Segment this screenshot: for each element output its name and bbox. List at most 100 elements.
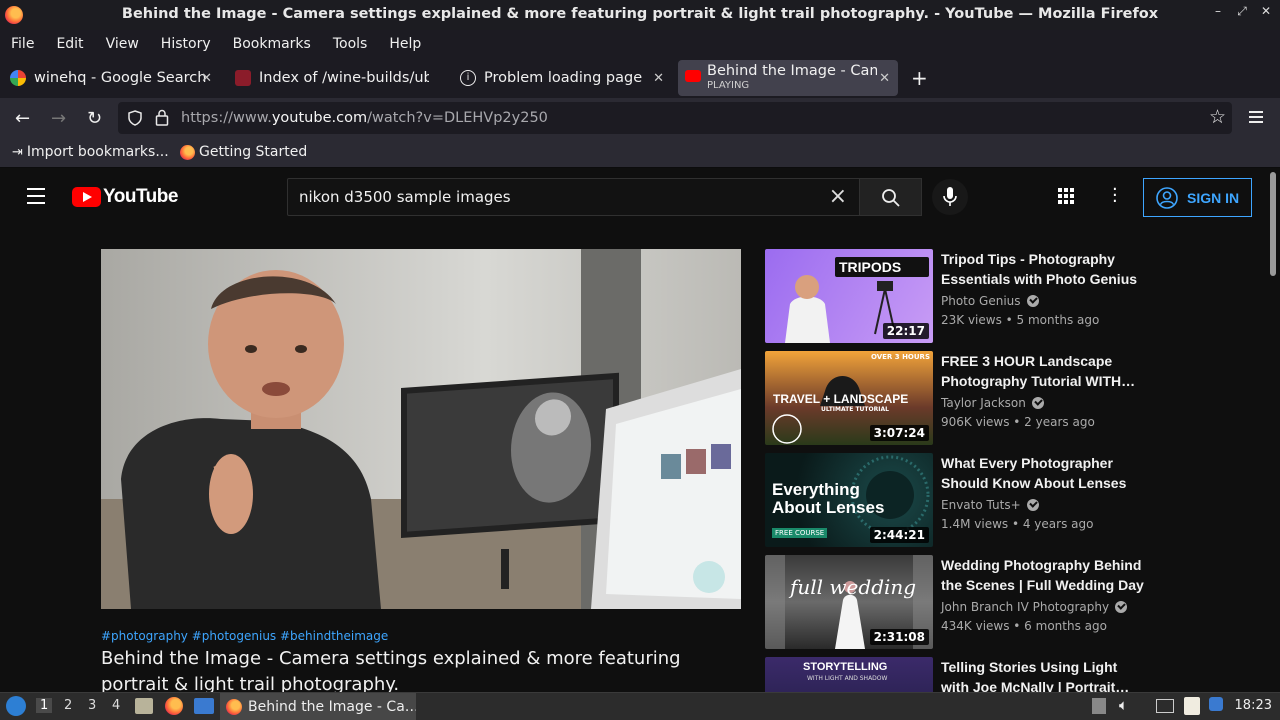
url-bar[interactable]: https://www.youtube.com/watch?v=DLEHVp2y… (118, 102, 1232, 134)
bookmark-label: Import bookmarks... (26, 144, 169, 160)
menu-edit[interactable]: Edit (56, 36, 83, 52)
verified-icon (1115, 601, 1128, 613)
taskbar-window-firefox[interactable]: Behind the Image - Ca… (220, 693, 416, 720)
menu-view[interactable]: View (106, 36, 139, 52)
app-menu-icon[interactable] (1249, 111, 1263, 123)
notification-icon[interactable] (1209, 697, 1223, 711)
close-tab-icon[interactable]: ✕ (653, 71, 664, 86)
tab-wine-builds[interactable]: Index of /wine-builds/ubu (229, 60, 449, 96)
menu-help[interactable]: Help (389, 36, 421, 52)
related-video[interactable]: TRIPODS 22:17 Tripod Tips - Photography … (765, 249, 1145, 343)
channel-name[interactable]: Envato Tuts+ (941, 498, 1039, 512)
search-icon (882, 189, 900, 207)
menu-file[interactable]: File (11, 36, 34, 52)
tab-google-search[interactable]: winehq - Google Search ✕ (4, 60, 220, 96)
video-duration: 3:07:24 (869, 425, 929, 441)
video-thumbnail[interactable]: OVER 3 HOURS TRAVEL + LANDSCAPE ULTIMATE… (765, 351, 933, 445)
channel-name[interactable]: Taylor Jackson (941, 396, 1044, 410)
apps-grid-icon[interactable] (1058, 188, 1076, 206)
sign-in-button[interactable]: SIGN IN (1143, 178, 1252, 217)
video-meta: 434K views • 6 months ago (941, 619, 1107, 633)
more-options-icon[interactable]: · · · (1112, 181, 1118, 211)
related-video-title[interactable]: FREE 3 HOUR Landscape Photography Tutori… (941, 351, 1147, 391)
reload-icon[interactable]: ↻ (87, 108, 102, 129)
workspace-3[interactable]: 3 (88, 698, 96, 713)
related-video-title[interactable]: What Every Photographer Should Know Abou… (941, 453, 1147, 493)
shield-icon[interactable] (127, 110, 143, 126)
account-icon (1156, 186, 1178, 209)
menu-tools[interactable]: Tools (333, 36, 368, 52)
google-icon (10, 70, 26, 86)
workspace-1[interactable]: 1 (36, 698, 53, 713)
tab-playing-label: PLAYING (707, 80, 750, 91)
new-tab-button[interactable]: + (911, 66, 928, 90)
bookmark-import[interactable]: ⇥ Import bookmarks... (12, 144, 169, 160)
video-player[interactable] (101, 249, 741, 609)
video-hashtags[interactable]: #photography #photogenius #behindtheimag… (101, 629, 388, 643)
workspace-4[interactable]: 4 (112, 698, 120, 713)
video-thumbnail[interactable]: Everything About Lenses FREE COURSE 2:44… (765, 453, 933, 547)
close-tab-icon[interactable]: ✕ (879, 71, 890, 86)
voice-search-button[interactable] (932, 179, 968, 215)
thumbnail-subtext: WITH LIGHT AND SHADOW (807, 675, 888, 682)
desktop-icon[interactable] (194, 698, 214, 714)
close-tab-icon[interactable]: ✕ (201, 71, 212, 86)
related-video-title[interactable]: Telling Stories Using Light with Joe McN… (941, 657, 1147, 697)
related-video-title[interactable]: Wedding Photography Behind the Scenes | … (941, 555, 1147, 595)
start-menu-icon[interactable] (6, 696, 26, 716)
maximize-button[interactable]: ⤢ (1234, 4, 1250, 19)
taskbar-window-label: Behind the Image - Ca… (248, 698, 416, 715)
sign-in-label: SIGN IN (1187, 189, 1240, 206)
related-video[interactable]: full wedding 2:31:08 Wedding Photography… (765, 555, 1145, 649)
video-meta: 23K views • 5 months ago (941, 313, 1100, 327)
close-window-button[interactable]: ✕ (1258, 4, 1274, 19)
wine-icon (235, 70, 251, 86)
menu-history[interactable]: History (161, 36, 211, 52)
thumbnail-badge: OVER 3 HOURS (870, 353, 930, 361)
search-input[interactable]: nikon d3500 sample images × (287, 178, 860, 216)
tab-problem-loading[interactable]: i Problem loading page ✕ (454, 60, 672, 96)
display-icon[interactable] (1156, 699, 1174, 713)
guide-menu-icon[interactable] (27, 188, 45, 204)
video-thumbnail[interactable]: full wedding 2:31:08 (765, 555, 933, 649)
firefox-launcher-icon[interactable] (165, 697, 183, 715)
video-thumbnail[interactable]: TRIPODS 22:17 (765, 249, 933, 343)
import-icon: ⇥ (12, 144, 23, 160)
firefox-icon (180, 144, 195, 160)
search-button[interactable] (859, 178, 922, 216)
forward-icon[interactable]: → (51, 108, 66, 129)
minimize-button[interactable]: – (1210, 4, 1226, 19)
bookmarks-bar: ⇥ Import bookmarks... Getting Started (0, 140, 1280, 168)
bookmark-star-icon[interactable]: ☆ (1209, 106, 1226, 128)
thumbnail-text: STORYTELLING (803, 661, 888, 673)
file-manager-icon[interactable] (135, 698, 153, 714)
updates-icon[interactable] (1092, 698, 1106, 714)
lock-icon[interactable] (155, 109, 169, 126)
info-icon: i (460, 70, 476, 86)
window-title: Behind the Image - Camera settings expla… (121, 6, 1159, 22)
menu-bookmarks[interactable]: Bookmarks (233, 36, 311, 52)
related-video[interactable]: OVER 3 HOURS TRAVEL + LANDSCAPE ULTIMATE… (765, 351, 1145, 445)
related-video-title[interactable]: Tripod Tips - Photography Essentials wit… (941, 249, 1147, 289)
channel-name[interactable]: John Branch IV Photography (941, 600, 1128, 614)
youtube-play-icon (72, 187, 101, 207)
related-video[interactable]: Everything About Lenses FREE COURSE 2:44… (765, 453, 1145, 547)
workspace-2[interactable]: 2 (64, 698, 72, 713)
thumbnail-text: full wedding (790, 575, 917, 599)
window-titlebar: Behind the Image - Camera settings expla… (0, 0, 1280, 30)
youtube-logo[interactable]: YouTube (72, 186, 178, 208)
bookmark-getting-started[interactable]: Getting Started (180, 144, 307, 160)
microphone-icon (943, 187, 957, 206)
clear-search-icon[interactable]: × (829, 184, 847, 209)
thumbnail-badge: FREE COURSE (772, 528, 828, 538)
video-frame (101, 249, 741, 609)
verified-icon (1026, 295, 1039, 307)
page-scrollbar-thumb[interactable] (1270, 172, 1276, 276)
channel-name[interactable]: Photo Genius (941, 294, 1039, 308)
video-title: Behind the Image - Camera settings expla… (101, 648, 681, 695)
thumbnail-text: TRIPODS (839, 259, 902, 275)
tab-youtube-active[interactable]: Behind the Image - Came PLAYING ✕ (678, 60, 898, 96)
volume-icon[interactable]: 🔈︎ (1119, 696, 1128, 714)
back-icon[interactable]: ← (15, 108, 30, 129)
clipboard-icon[interactable] (1184, 697, 1200, 715)
